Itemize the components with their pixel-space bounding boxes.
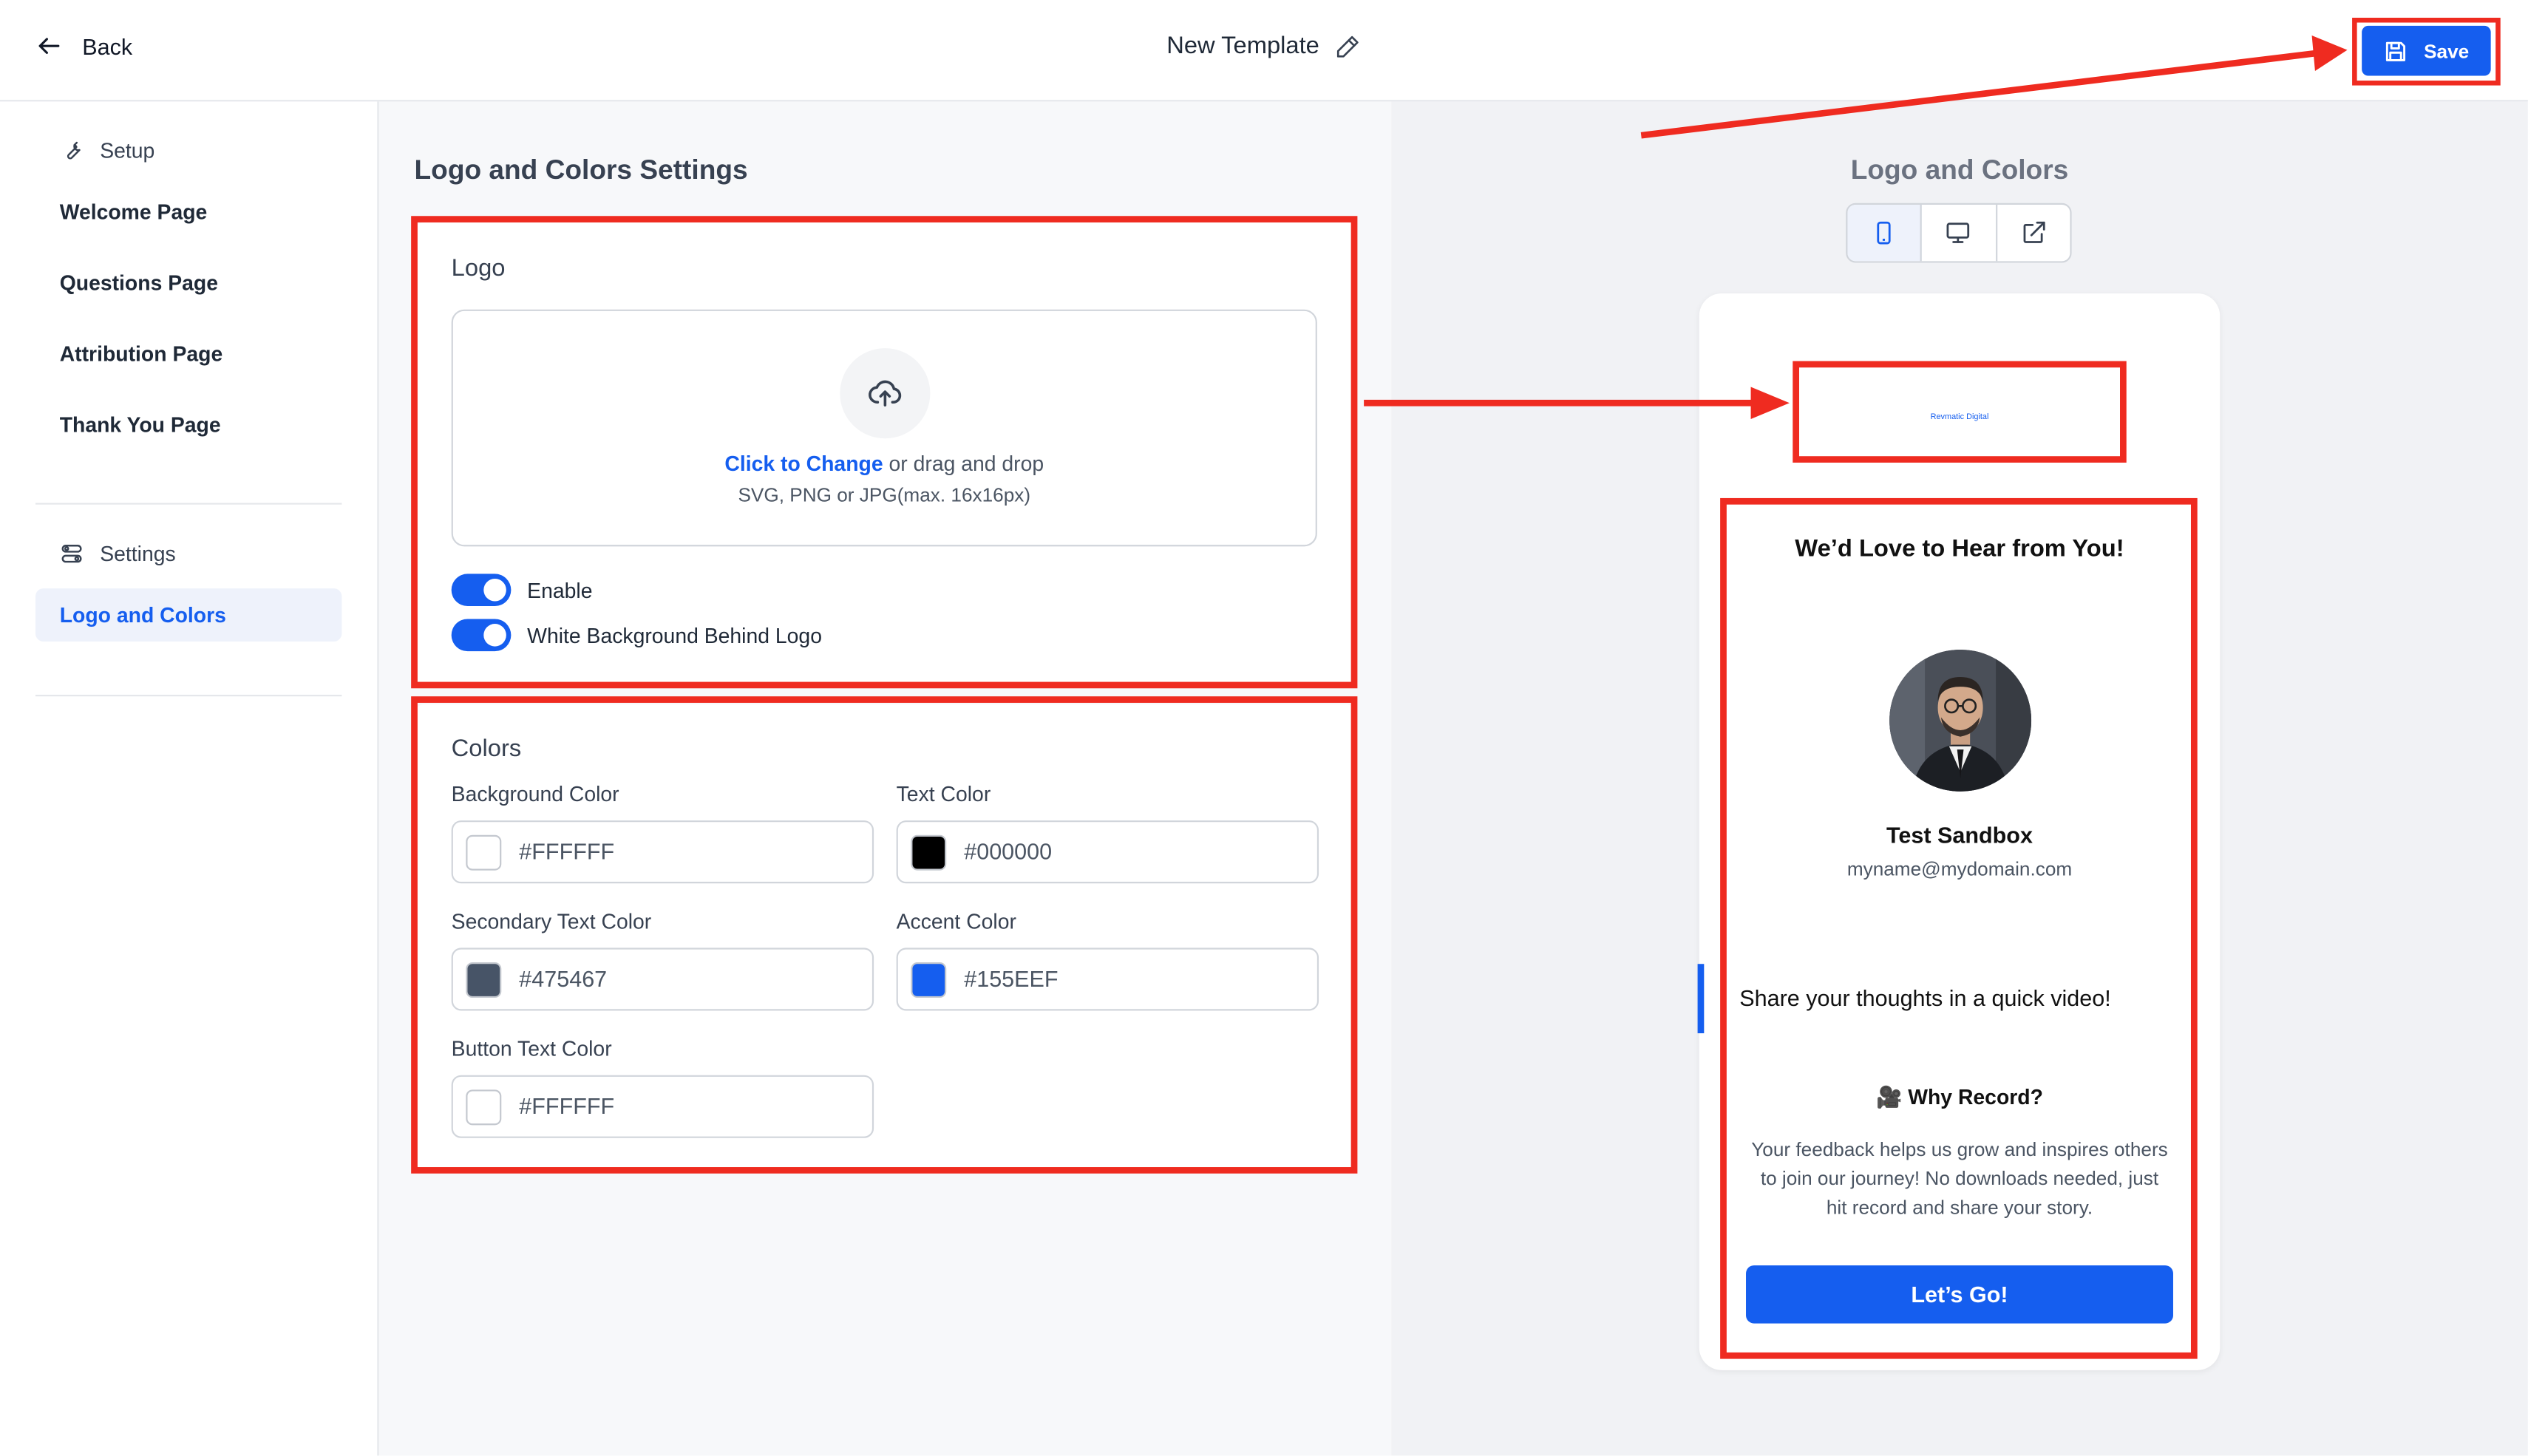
text-color-swatch[interactable] [911,834,947,871]
secondary-text-color-value: #475467 [519,965,608,992]
background-color-label: Background Color [451,781,619,806]
upload-instructions-rest: or drag and drop [883,451,1044,476]
settings-label: Settings [100,541,176,566]
setup-label: Setup [100,138,155,163]
text-color-value: #000000 [964,838,1053,865]
logo-title: Logo [451,254,506,282]
settings-section-title: Logo and Colors Settings [414,154,748,186]
pencil-icon[interactable] [1336,33,1362,59]
desktop-view-button[interactable] [1922,204,1997,262]
sidebar-item-logo-and-colors[interactable]: Logo and Colors [35,588,342,642]
mobile-view-button[interactable] [1847,204,1923,262]
template-title: New Template [0,33,2528,60]
enable-logo-label: Enable [527,577,593,602]
upload-icon-wrap [840,348,931,439]
upload-hint: SVG, PNG or JPG(max. 16x16px) [738,483,1031,506]
sidebar: Setup Welcome Page Questions Page Attrib… [0,101,379,1456]
preview-logo-annotation-box [1793,361,2127,463]
background-color-swatch[interactable] [466,834,502,871]
desktop-icon [1947,222,1971,243]
background-color-input[interactable]: #FFFFFF [451,820,874,884]
cloud-upload-icon [869,380,902,406]
preview-title: Logo and Colors [1850,154,2069,186]
floppy-disk-icon [2386,41,2407,61]
save-button[interactable]: Save [2362,25,2491,76]
upload-instructions: Click to Change or drag and drop [453,452,1316,476]
settings-panel: Logo and Colors Settings Logo Click to C… [378,101,1392,1456]
white-bg-label: White Background Behind Logo [527,622,823,647]
accent-color-swatch[interactable] [911,962,947,999]
enable-logo-toggle[interactable] [451,574,512,607]
sidebar-item-attribution-page[interactable]: Attribution Page [60,341,223,366]
background-color-value: #FFFFFF [519,838,615,865]
template-title-text[interactable]: New Template [1166,33,1319,60]
accent-color-label: Accent Color [896,909,1016,933]
sidebar-item-thank-you-page[interactable]: Thank You Page [60,412,221,437]
top-bar: Back New Template Save [0,0,2528,102]
text-color-label: Text Color [896,781,991,806]
sidebar-divider [35,503,342,505]
external-link-icon [2023,221,2045,243]
sidebar-setup-heading: Setup [60,139,155,163]
logo-upload-dropzone[interactable]: Click to Change or drag and drop SVG, PN… [451,309,1317,547]
phone-icon [1877,221,1891,245]
button-text-color-input[interactable]: #FFFFFF [451,1075,874,1138]
preview-content-annotation-box [1720,497,2198,1359]
white-bg-toggle[interactable] [451,619,512,652]
click-to-change-link[interactable]: Click to Change [724,452,883,476]
sidebar-item-welcome-page[interactable]: Welcome Page [60,200,208,224]
button-text-color-label: Button Text Color [451,1036,612,1061]
save-label: Save [2424,39,2470,62]
sidebar-divider [35,695,342,697]
secondary-text-color-input[interactable]: #475467 [451,948,874,1011]
device-switcher [1846,203,2072,263]
sidebar-item-label: Logo and Colors [59,602,226,627]
enable-logo-row: Enable [451,574,593,607]
scroll-indicator [1697,964,1705,1034]
secondary-text-color-label: Secondary Text Color [451,909,652,933]
button-text-color-value: #FFFFFF [519,1092,615,1119]
secondary-text-color-swatch[interactable] [466,962,502,999]
accent-color-value: #155EEF [964,965,1059,992]
accent-color-input[interactable]: #155EEF [896,948,1319,1011]
sidebar-settings-heading: Settings [60,542,176,566]
white-bg-row: White Background Behind Logo [451,619,823,652]
wrench-icon [67,141,81,160]
sliders-icon [61,545,82,563]
colors-title: Colors [451,735,522,763]
sidebar-item-questions-page[interactable]: Questions Page [60,271,218,295]
open-preview-button[interactable] [1997,205,2070,261]
button-text-color-swatch[interactable] [466,1089,502,1126]
text-color-input[interactable]: #000000 [896,820,1319,884]
